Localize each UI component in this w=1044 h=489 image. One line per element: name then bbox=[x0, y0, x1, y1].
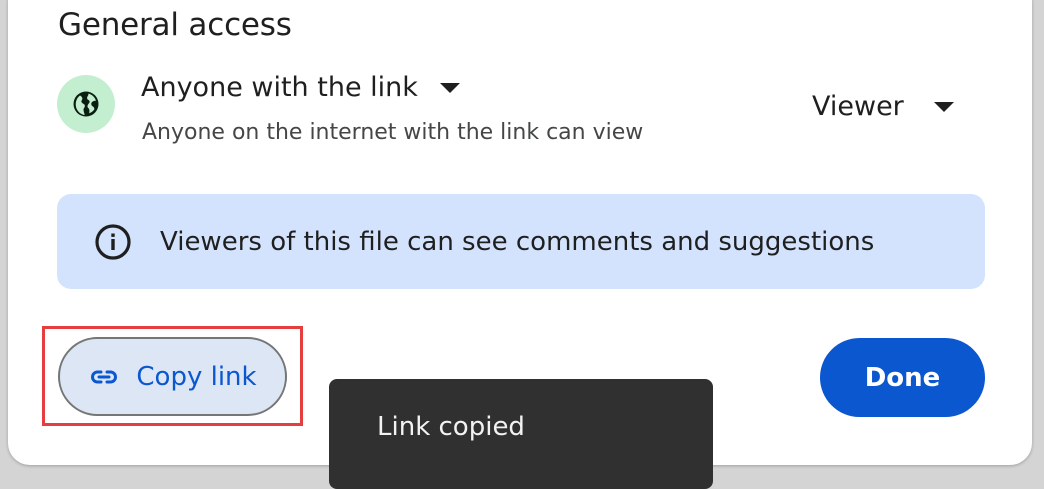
access-level-label: Anyone with the link bbox=[141, 72, 418, 103]
role-dropdown[interactable]: Viewer bbox=[812, 91, 954, 122]
copy-link-button[interactable]: Copy link bbox=[58, 337, 287, 416]
copy-link-label: Copy link bbox=[136, 361, 257, 392]
section-title: General access bbox=[58, 7, 292, 43]
access-description: Anyone on the internet with the link can… bbox=[142, 120, 644, 145]
info-banner-text: Viewers of this file can see comments an… bbox=[160, 226, 875, 257]
toast-text: Link copied bbox=[377, 412, 525, 442]
info-icon bbox=[95, 223, 131, 260]
access-level-dropdown[interactable]: Anyone with the link bbox=[141, 72, 460, 103]
role-label: Viewer bbox=[812, 91, 904, 122]
chevron-down-icon bbox=[439, 82, 460, 93]
link-icon bbox=[91, 370, 118, 383]
done-button[interactable]: Done bbox=[820, 338, 985, 417]
globe-icon bbox=[57, 75, 115, 133]
toast-notification: Link copied bbox=[329, 379, 713, 489]
done-label: Done bbox=[864, 362, 941, 393]
info-banner: Viewers of this file can see comments an… bbox=[57, 194, 985, 289]
chevron-down-icon bbox=[933, 101, 954, 112]
